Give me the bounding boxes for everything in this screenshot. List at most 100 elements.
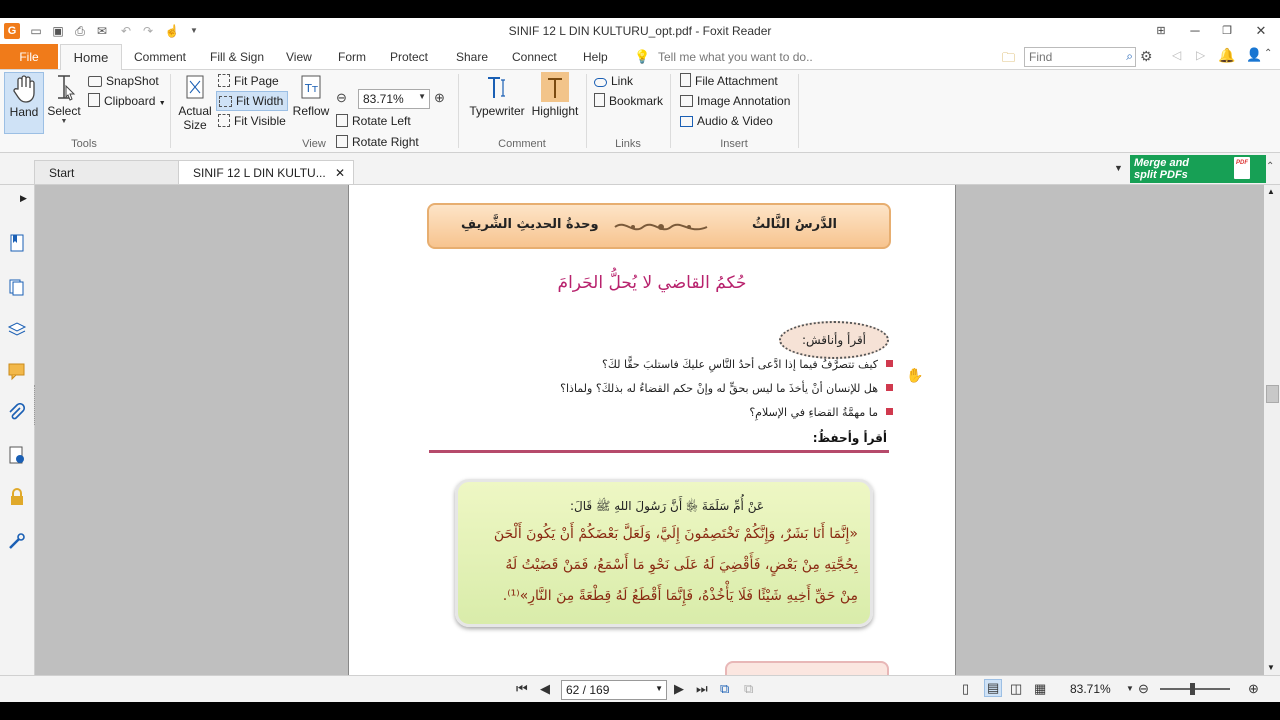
link-icon [594,78,607,87]
highlight-button[interactable]: Highlight [530,72,580,118]
scroll-down-icon[interactable]: ▼ [1267,663,1275,672]
user-account-icon[interactable]: 👤 [1246,47,1262,63]
ribbon-options-icon[interactable]: ⊞ [1150,21,1172,41]
comment-group-label: Comment [498,138,546,150]
clipboard-dropdown-icon: ▼ [158,100,166,107]
page-number-field[interactable]: 62 / 169 ▼ [561,680,667,700]
previous-page-icon[interactable]: ◀ [540,681,550,697]
close-tab-icon[interactable]: ✕ [335,161,345,185]
rotate-left-button[interactable]: Rotate Left [336,112,411,130]
next-result-icon[interactable]: ▷ [1196,48,1205,62]
status-zoom-in-icon[interactable]: ⊕ [1248,681,1259,697]
bookmarks-panel-icon[interactable] [7,233,27,253]
scroll-up-icon[interactable]: ▲ [1267,187,1275,196]
clipboard-button[interactable]: Clipboard ▼ [88,92,166,110]
fit-page-button[interactable]: Fit Page [218,72,279,90]
signature-panel-icon[interactable] [7,445,27,465]
tab-help[interactable]: Help [583,44,608,69]
merge-split-promo-banner[interactable]: Merge and split PDFs PDF [1130,155,1266,183]
find-folder-icon[interactable]: 🗀 [1002,49,1015,71]
close-button[interactable]: ✕ [1250,21,1272,41]
tab-file[interactable]: File [0,44,58,69]
find-input[interactable] [1025,48,1121,66]
tab-share[interactable]: Share [456,44,488,69]
restore-button[interactable]: ❐ [1216,21,1238,41]
audio-video-button[interactable]: Audio & Video [680,112,773,130]
typewriter-button[interactable]: Typewriter [466,72,528,118]
page-thumbnails-icon[interactable] [7,277,27,297]
zoom-out-icon[interactable]: ⊖ [336,90,347,106]
continuous-facing-view-icon[interactable]: ▦ [1034,681,1046,697]
hand-tool-button[interactable]: Hand [4,72,44,134]
vertical-scrollbar[interactable]: ▲ ▼ [1264,185,1280,675]
bookmark-icon [594,93,605,107]
layers-icon[interactable] [7,319,27,339]
group-divider [170,74,171,148]
tab-connect[interactable]: Connect [512,44,557,69]
attachments-icon[interactable] [7,403,27,423]
bullet-icon [886,360,893,367]
tab-form[interactable]: Form [338,44,366,69]
snapshot-button[interactable]: SnapShot [88,72,159,90]
tab-view[interactable]: View [286,44,312,69]
hadith-box: عَنْ أُمِّ سَلَمَةَ ﵂ أَنَّ رَسُولَ الله… [455,479,873,627]
content-tools-icon[interactable] [7,531,27,551]
search-icon[interactable]: ⌕ [1126,49,1133,64]
document-viewer[interactable]: وحدةُ الحديثِ الشَّريفِ الدَّرسُ الثَّال… [35,185,1264,675]
group-divider [458,74,459,148]
zoom-in-icon[interactable]: ⊕ [434,90,445,106]
next-page-icon[interactable]: ▶ [674,681,684,697]
promo-collapse-icon[interactable]: ⌃ [1266,161,1274,172]
hadith-line: مِنْ حَقِّ أَخِيهِ شَيْئًا فَلَا يَأْخُذ… [502,588,858,604]
first-page-icon[interactable]: ⏮ [516,681,528,697]
find-field[interactable]: ⌕ [1024,47,1136,67]
reflow-button[interactable]: Tт Reflow [292,72,330,118]
page-title: حُكمُ القاضي لا يُحلُّ الحَرامَ [557,273,747,293]
tab-home[interactable]: Home [60,44,122,70]
collapse-ribbon-icon[interactable]: ⌃ [1264,48,1272,59]
zoom-dropdown-icon[interactable]: ▼ [1126,684,1134,693]
security-lock-icon[interactable] [7,487,27,507]
previous-result-icon[interactable]: ◁ [1172,48,1181,62]
zoom-slider[interactable] [1160,688,1230,690]
select-tool-button[interactable]: Select ▼ [46,72,82,125]
previous-view-icon[interactable]: ⧉ [720,681,729,697]
link-button[interactable]: Link [594,72,633,90]
reflow-label: Reflow [292,104,330,118]
tab-list-dropdown-icon[interactable]: ▼ [1114,163,1123,173]
fit-visible-button[interactable]: Fit Visible [218,112,286,130]
fit-width-button[interactable]: Fit Width [216,91,289,111]
notification-bell-icon[interactable]: 🔔 [1218,47,1235,64]
actual-size-button[interactable]: Actual Size [176,72,214,132]
rotate-right-button[interactable]: Rotate Right [336,133,419,151]
expand-panel-icon[interactable]: ▶ [20,193,27,204]
file-attachment-button[interactable]: File Attachment [680,72,778,90]
file-attachment-label: File Attachment [695,74,778,88]
lesson-number: الدَّرسُ الثَّالثُ [752,217,837,232]
window-title: SINIF 12 L DIN KULTURU_opt.pdf - Foxit R… [508,24,772,38]
zoom-dropdown[interactable]: 83.71% ▼ [358,89,430,109]
tab-comment[interactable]: Comment [134,44,186,69]
minimize-button[interactable]: ─ [1184,21,1206,41]
tab-start[interactable]: Start [34,160,180,184]
settings-gear-icon[interactable]: ⚙ [1140,48,1153,65]
tab-protect[interactable]: Protect [390,44,428,69]
tell-me-search[interactable]: Tell me what you want to do.. [658,50,813,64]
tab-fill-sign[interactable]: Fill & Sign [210,44,264,69]
tab-document[interactable]: SINIF 12 L DIN KULTU... ✕ [178,160,354,184]
status-zoom-out-icon[interactable]: ⊖ [1138,681,1149,697]
single-page-view-icon[interactable]: ▯ [962,681,969,697]
facing-view-icon[interactable]: ◫ [1010,681,1022,697]
question-item: كيف تتصرَّفُ فيما إذا ادَّعى أحدُ النَّا… [602,358,893,371]
next-view-icon[interactable]: ⧉ [744,681,753,697]
clipboard-label: Clipboard [104,94,156,108]
pdf-page: وحدةُ الحديثِ الشَّريفِ الدَّرسُ الثَّال… [348,185,956,675]
comments-panel-icon[interactable] [7,361,27,381]
zoom-slider-thumb[interactable] [1190,683,1195,695]
scrollbar-thumb[interactable] [1266,385,1279,403]
bookmark-button[interactable]: Bookmark [594,92,663,110]
last-page-icon[interactable]: ⏭ [696,681,708,697]
continuous-view-icon[interactable]: ▤ [984,679,1003,697]
bullet-icon [886,384,893,391]
image-annotation-button[interactable]: Image Annotation [680,92,790,110]
